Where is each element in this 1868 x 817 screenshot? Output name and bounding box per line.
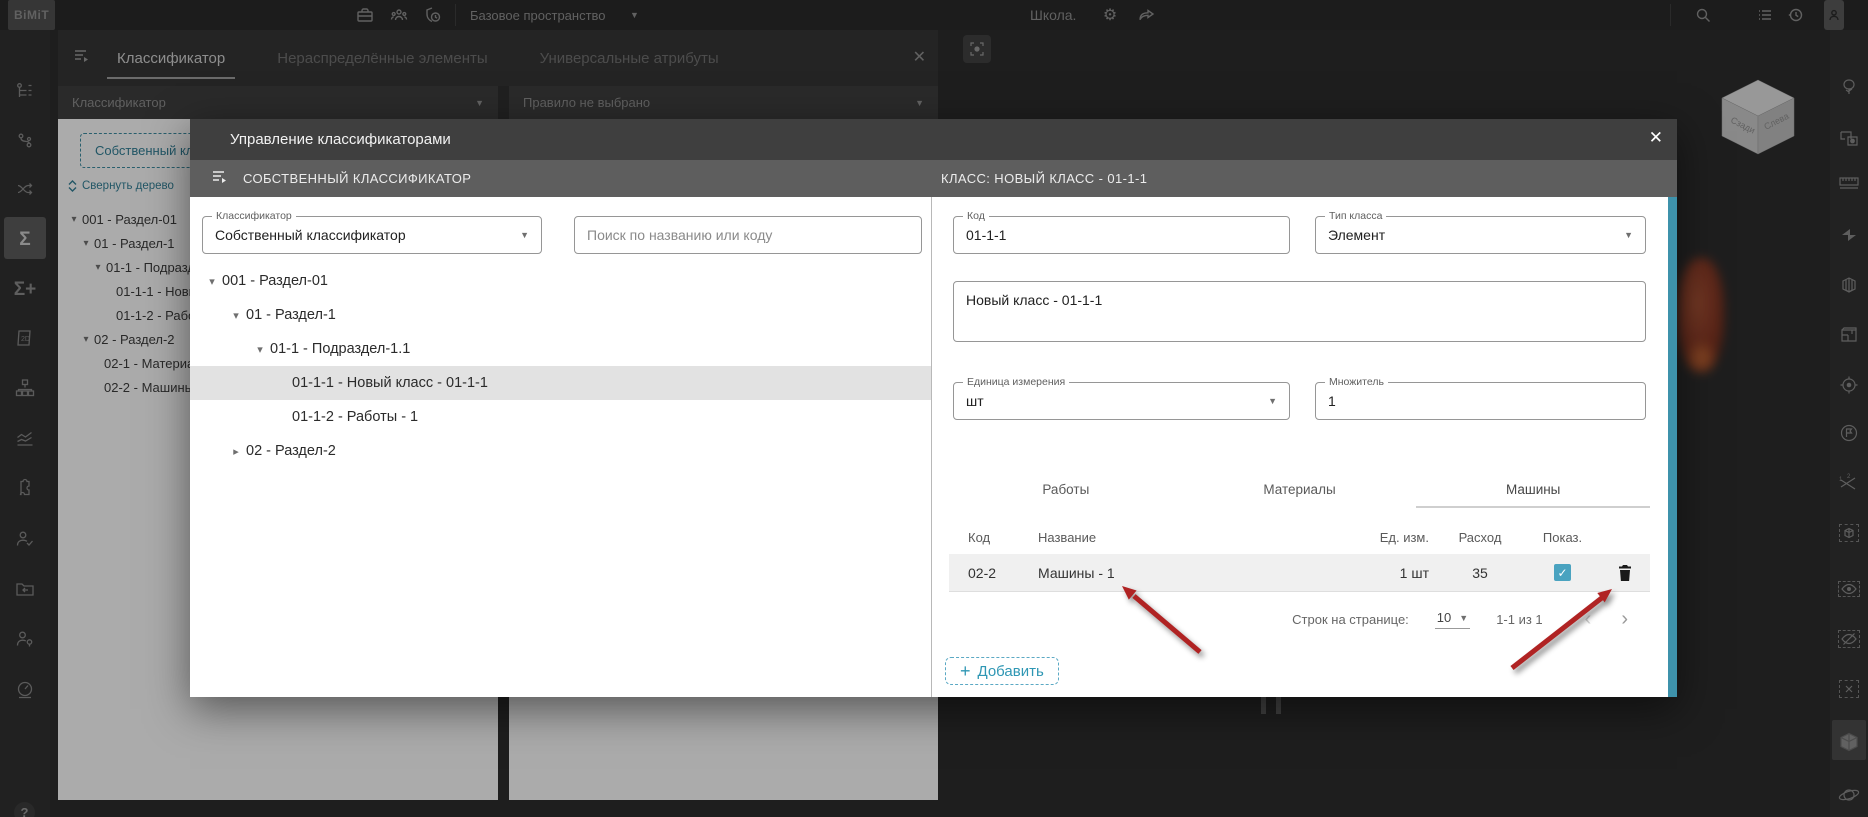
class-type-label: Тип класса	[1325, 210, 1387, 222]
chevron-down-icon: ▼	[1268, 396, 1277, 406]
rows-per-page-label: Строк на странице:	[1292, 612, 1409, 627]
prev-page-button[interactable]: ‹	[1579, 608, 1598, 631]
unit-select-value: шт	[966, 393, 984, 409]
tab-machines[interactable]: Машины	[1416, 482, 1651, 508]
multiplier-field[interactable]: Множитель	[1315, 376, 1646, 420]
tree-item[interactable]: ▾ 001 - Раздел-01	[190, 264, 931, 298]
row-name: Машины - 1	[1038, 564, 1115, 581]
col-rate: Расход	[1458, 529, 1502, 545]
col-show: Показ.	[1542, 529, 1583, 545]
tab-materials[interactable]: Материалы	[1183, 482, 1417, 508]
col-code: Код	[968, 529, 991, 545]
tree-item[interactable]: ▾ 01-1 - Подраздел-1.1	[190, 332, 931, 366]
search-input[interactable]	[574, 216, 922, 254]
class-type-value: Элемент	[1328, 227, 1386, 243]
code-field-label: Код	[963, 210, 989, 222]
dialog-class-header: КЛАСС: НОВЫЙ КЛАСС - 01-1-1	[941, 171, 1148, 186]
dialog-tree: ▾ 001 - Раздел-01 ▾ 01 - Раздел-1 ▾ 01-1 - …	[190, 264, 931, 468]
classifier-select-label: Классификатор	[212, 210, 296, 222]
classifier-management-dialog: Управление классификаторами ✕ СОБСТВЕННЫ…	[190, 119, 1677, 697]
classifier-select[interactable]: Классификатор Собственный классификатор …	[202, 210, 542, 254]
dialog-close-icon[interactable]: ✕	[1649, 129, 1663, 146]
multiplier-input[interactable]	[1316, 383, 1645, 419]
add-button[interactable]: + Добавить	[945, 657, 1059, 685]
trash-icon	[1619, 564, 1631, 581]
resources-block: Работы Материалы Машины Код Название Ед.…	[945, 482, 1651, 685]
tree-item[interactable]: ▸ 02 - Раздел-2	[190, 434, 931, 468]
next-page-button[interactable]: ›	[1615, 608, 1634, 631]
classifier-select-value: Собственный классификатор	[215, 227, 406, 243]
show-checkbox[interactable]: ✓	[1554, 564, 1571, 582]
table-row[interactable]: 02-2 Машины - 1 1 шт 35 ✓	[949, 554, 1650, 592]
multiplier-label: Множитель	[1325, 376, 1388, 388]
col-unit: Ед. изм.	[1379, 529, 1429, 545]
tree-item[interactable]: 01-1-2 - Работы - 1	[190, 400, 931, 434]
row-code: 02-2	[968, 564, 997, 581]
tree-item-selected[interactable]: 01-1-1 - Новый класс - 01-1-1	[190, 366, 931, 400]
code-field[interactable]: Код	[953, 210, 1290, 254]
delete-row-button[interactable]	[1600, 564, 1650, 582]
dialog-tree-column: Классификатор Собственный классификатор …	[190, 197, 931, 697]
tab-works[interactable]: Работы	[949, 482, 1183, 508]
dialog-class-column: Код Тип класса Элемент ▼ Новый класс - 0…	[931, 197, 1668, 697]
chevron-down-icon: ▼	[1624, 230, 1633, 240]
resource-tabs: Работы Материалы Машины	[949, 482, 1651, 508]
pagination: Строк на странице: 10 ▼ 1-1 из 1 ‹ ›	[949, 608, 1650, 631]
code-input[interactable]	[954, 217, 1289, 253]
row-unit: 1 шт	[1399, 564, 1429, 581]
tree-item[interactable]: ▾ 01 - Раздел-1	[190, 298, 931, 332]
dialog-title: Управление классификаторами	[230, 131, 451, 148]
dialog-subheader: СОБСТВЕННЫЙ КЛАССИФИКАТОР КЛАСС: НОВЫЙ К…	[190, 160, 1677, 197]
dialog-left-header: СОБСТВЕННЫЙ КЛАССИФИКАТОР	[243, 171, 472, 186]
class-type-select[interactable]: Тип класса Элемент ▼	[1315, 210, 1646, 254]
unit-select[interactable]: Единица измерения шт ▼	[953, 376, 1290, 420]
app-screen: BiMiT Базовое пространство ▼ Школа. ⚙ Σ …	[0, 0, 1868, 817]
description-field[interactable]: Новый класс - 01-1-1	[953, 281, 1646, 342]
dialog-menu-icon[interactable]	[212, 170, 229, 187]
table-header: Код Название Ед. изм. Расход Показ.	[949, 520, 1650, 554]
chevron-down-icon: ▼	[520, 230, 529, 240]
dialog-title-bar: Управление классификаторами ✕	[190, 119, 1677, 160]
unit-select-label: Единица измерения	[963, 376, 1070, 388]
page-range: 1-1 из 1	[1496, 612, 1543, 627]
plus-icon: +	[960, 661, 971, 681]
row-rate: 35	[1472, 564, 1488, 581]
rows-per-page-select[interactable]: 10 ▼	[1434, 610, 1471, 629]
dialog-scrollbar[interactable]	[1668, 197, 1677, 697]
dialog-body: Классификатор Собственный классификатор …	[190, 197, 1677, 697]
col-name: Название	[1038, 529, 1097, 545]
chevron-down-icon: ▼	[1459, 612, 1469, 623]
